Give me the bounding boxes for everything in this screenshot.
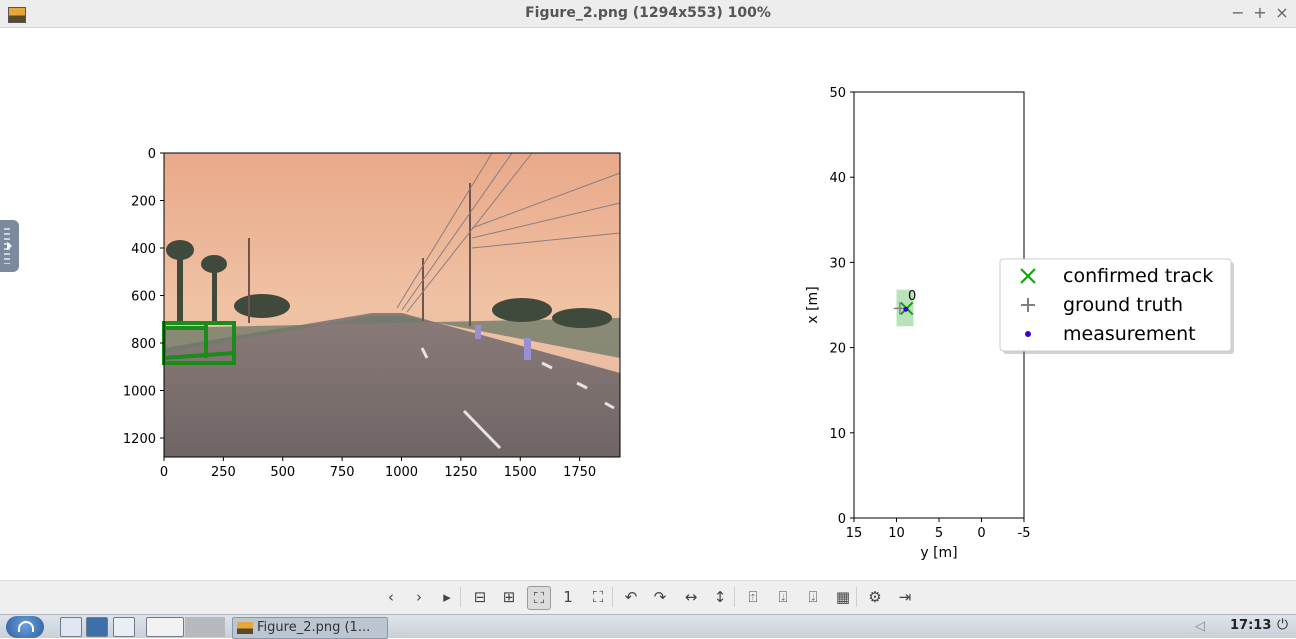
zoom-in-button[interactable]: ⊞ (498, 586, 520, 608)
image-y-tick-label: 600 (131, 290, 156, 305)
power-icon[interactable]: ⏻ (1277, 617, 1288, 633)
image-y-ticks: 0 200 400 600 800 1000 1200 (123, 147, 164, 447)
legend-label-measurement: measurement (1063, 323, 1196, 345)
plot-y-ticks: 0 10 20 30 40 50 (829, 86, 854, 527)
image-x-tick-label: 500 (270, 465, 295, 480)
image-viewer-task-icon (237, 621, 253, 634)
plot-frame (853, 91, 1025, 519)
taskbar-window-item[interactable]: Figure_2.png (1... (232, 617, 388, 639)
x-axis-label: y [m] (920, 545, 957, 561)
flip-vertical-button[interactable]: ↕ (709, 586, 731, 608)
image-x-tick-label: 1500 (504, 465, 537, 480)
legend: confirmed track ground truth measurement (999, 258, 1234, 354)
clock: 17:13 (1230, 618, 1272, 633)
start-menu-button[interactable] (6, 616, 44, 638)
image-y-tick-label: 1200 (123, 432, 156, 447)
flip-horizontal-button[interactable]: ↔ (680, 586, 702, 608)
desktop-pager[interactable] (185, 617, 225, 637)
rotate-right-button[interactable]: ↷ (649, 586, 671, 608)
plot-y-tick-label: 40 (829, 171, 846, 186)
image-x-tick-label: 1750 (563, 465, 596, 480)
image-y-tick-label: 1000 (123, 385, 156, 400)
viewer-toolbar: ‹ › ▸ ⊟ ⊞ ⛶ 1 ⛶ ↶ ↷ ↔ ↕ ⍐ ⍗ ⍗ ▦ ⚙ ⇥ (0, 580, 1296, 614)
plot-x-tick-label: 5 (935, 526, 943, 541)
image-x-tick-label: 0 (160, 465, 168, 480)
plot-y-tick-label: 20 (829, 342, 846, 357)
image-x-tick-label: 750 (330, 465, 355, 480)
legend-measurement-marker (1025, 331, 1031, 337)
close-button[interactable]: × (1272, 3, 1292, 22)
plot-y-tick-label: 0 (838, 512, 846, 527)
plot-x-tick-label: 0 (977, 526, 985, 541)
toolbar-separator (460, 587, 461, 607)
taskbar: Figure_2.png (1... ◁ 17:13 ⏻ (0, 614, 1296, 639)
image-y-tick-label: 800 (131, 337, 156, 352)
volume-icon[interactable]: ◁ (1195, 619, 1205, 634)
image-y-tick-label: 400 (131, 242, 156, 257)
fullscreen-button[interactable]: ⛶ (587, 586, 609, 608)
save-button[interactable]: ⍗ (772, 586, 794, 608)
measurement-point (903, 306, 909, 312)
minimize-button[interactable]: − (1228, 3, 1248, 22)
desktop-preview-icon[interactable] (146, 617, 184, 637)
image-y-tick-label: 200 (131, 195, 156, 210)
original-size-button[interactable]: 1 (557, 586, 579, 608)
toolbar-separator (856, 587, 857, 607)
image-canvas: 0 250 500 750 1000 1250 1500 1750 0 200 400 600 800… (2, 28, 1294, 578)
next-button[interactable]: › (408, 586, 430, 608)
toolbar-separator (734, 587, 735, 607)
track-id-label: 0 (908, 289, 916, 304)
delete-button[interactable]: ▦ (832, 586, 854, 608)
save-as-button[interactable]: ⍗ (802, 586, 824, 608)
camera-image-axes (162, 152, 621, 458)
title-bar: Figure_2.png (1294x553) 100% − + × (0, 0, 1296, 28)
maximize-button[interactable]: + (1250, 3, 1270, 22)
image-x-ticks: 0 250 500 750 1000 1250 1500 1750 (160, 457, 596, 480)
open-button[interactable]: ⍐ (742, 586, 764, 608)
exit-button[interactable]: ⇥ (894, 586, 916, 608)
play-button[interactable]: ▸ (436, 586, 458, 608)
plot-x-tick-label: 15 (846, 526, 863, 541)
previous-button[interactable]: ‹ (380, 586, 402, 608)
plot-x-tick-label: 10 (888, 526, 905, 541)
plot-y-tick-label: 50 (829, 86, 846, 101)
image-x-tick-label: 1000 (385, 465, 418, 480)
fit-window-button[interactable]: ⛶ (527, 586, 551, 610)
settings-button[interactable]: ⚙ (864, 586, 886, 608)
image-x-tick-label: 1250 (444, 465, 477, 480)
track-plot: 15 10 5 0 -5 01020304050 y [m] x [m] 0 (805, 86, 1030, 561)
terminal-icon[interactable] (113, 617, 135, 637)
window-title: Figure_2.png (1294x553) 100% (525, 5, 771, 21)
plot-x-tick-label: -5 (1018, 526, 1031, 541)
y-axis-label: x [m] (805, 286, 821, 323)
network-icon[interactable] (86, 617, 108, 637)
legend-label-confirmed-track: confirmed track (1063, 265, 1213, 287)
legend-label-ground-truth: ground truth (1063, 294, 1183, 316)
plot-x-ticks: 15 10 5 0 -5 (846, 518, 1031, 541)
image-y-tick-label: 0 (148, 147, 156, 162)
zoom-out-button[interactable]: ⊟ (469, 586, 491, 608)
figure: 0 250 500 750 1000 1250 1500 1750 0200400600800… (123, 86, 1234, 561)
rotate-left-button[interactable]: ↶ (620, 586, 642, 608)
expand-arrow-icon (7, 242, 12, 250)
toolbar-separator (612, 587, 613, 607)
image-x-tick-label: 250 (211, 465, 236, 480)
side-panel-handle[interactable] (0, 220, 19, 272)
plot-y-tick-label: 10 (829, 427, 846, 442)
file-manager-icon[interactable] (60, 617, 82, 637)
plot-y-tick-label: 30 (829, 256, 846, 271)
taskbar-window-label: Figure_2.png (1... (257, 620, 371, 635)
